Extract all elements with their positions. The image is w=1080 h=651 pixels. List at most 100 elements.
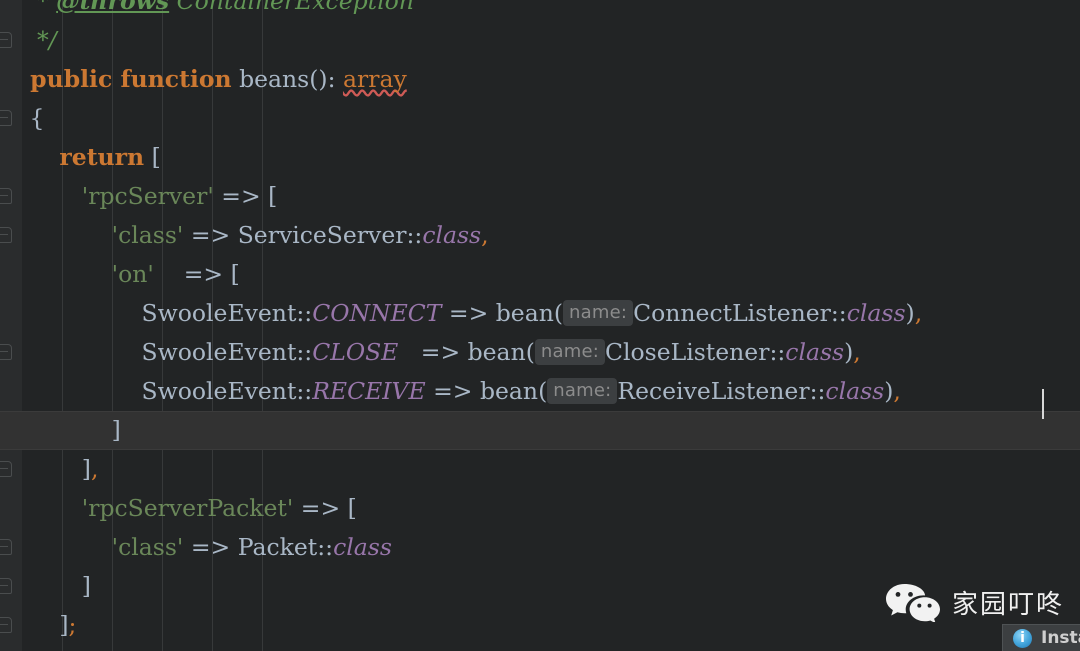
code-line-content: SwooleEvent::CLOSE => bean(name: CloseLis… [0, 338, 861, 366]
code-line-content: ] [0, 416, 121, 444]
code-token: [ [144, 143, 161, 171]
parameter-hint-chip[interactable]: name: [563, 300, 634, 326]
code-line[interactable]: ], [0, 450, 1080, 489]
code-token: 'class' [111, 221, 184, 249]
code-line-content: { [0, 104, 44, 132]
code-line[interactable]: 'class' => ServiceServer::class, [0, 216, 1080, 255]
code-token: () [309, 65, 328, 93]
code-token: class [333, 533, 392, 561]
code-token: CONNECT [312, 299, 442, 327]
code-token: , [853, 338, 861, 366]
code-token: :: [830, 299, 847, 327]
wechat-logo-icon [884, 582, 942, 622]
code-line-content: */ [0, 26, 57, 54]
code-token: ) [844, 338, 854, 366]
code-line-content: ]; [0, 611, 76, 639]
code-token: :: [296, 377, 313, 405]
code-line[interactable]: return [ [0, 138, 1080, 177]
code-token: CloseListener [605, 338, 770, 366]
code-line-content: 'class' => Packet::class [0, 533, 392, 561]
code-token: ] [59, 611, 69, 639]
parameter-hint-chip[interactable]: name: [547, 378, 618, 404]
watermark: 家园叮咚 [884, 582, 1064, 622]
code-line[interactable]: { [0, 99, 1080, 138]
code-line-content: 'rpcServer' => [ [0, 182, 278, 210]
code-token: :: [296, 299, 313, 327]
code-line-content: 'rpcServerPacket' => [ [0, 494, 357, 522]
code-token: => [293, 494, 348, 522]
code-token: class [846, 299, 906, 327]
code-token: => [398, 338, 468, 366]
code-token: @throws [56, 0, 170, 15]
code-token: => [183, 533, 238, 561]
code-token: ] [81, 455, 91, 483]
code-token: ( [553, 299, 564, 327]
code-token: [ [268, 182, 278, 210]
notification-popup[interactable]: i Insta [1002, 624, 1080, 651]
code-token: class [785, 338, 845, 366]
parameter-hint-chip[interactable]: name: [534, 339, 606, 365]
code-line-content: ], [0, 455, 99, 483]
code-line[interactable]: 'rpcServerPacket' => [ [0, 489, 1080, 528]
code-token: ( [525, 338, 535, 366]
code-line-content: SwooleEvent::RECEIVE => bean(name: Receiv… [0, 377, 901, 405]
code-line[interactable]: 'rpcServer' => [ [0, 177, 1080, 216]
editor-screen: * @throws ContainerException */ public f… [0, 0, 1080, 651]
code-line-content: SwooleEvent::CONNECT => bean(name: Connec… [0, 299, 923, 327]
code-line[interactable]: * @throws ContainerException [0, 0, 1080, 21]
code-token: array [342, 65, 407, 93]
code-token: SwooleEvent [141, 377, 297, 405]
code-token: ) [884, 377, 894, 405]
code-token: SwooleEvent [141, 338, 297, 366]
code-token: ConnectListener [633, 299, 831, 327]
code-line-content: public function beans(): array [0, 65, 407, 93]
code-token: 'rpcServer' [81, 182, 214, 210]
code-token: => [183, 221, 238, 249]
code-line[interactable]: SwooleEvent::CONNECT => bean(name: Connec… [0, 294, 1080, 333]
code-token: bean [467, 338, 526, 366]
code-line[interactable]: */ [0, 21, 1080, 60]
code-token: ] [81, 572, 91, 600]
code-token: bean [479, 377, 539, 405]
code-token: :: [317, 533, 334, 561]
code-token: , [481, 221, 489, 249]
code-token: => [441, 299, 496, 327]
code-token: * [22, 0, 57, 15]
code-token: 'class' [111, 533, 184, 561]
code-token: RECEIVE [312, 377, 426, 405]
code-line[interactable]: ] [0, 411, 1080, 450]
code-token: class [422, 221, 482, 249]
code-token: => [153, 260, 231, 288]
code-token: ] [111, 416, 121, 444]
code-token: CLOSE [312, 338, 399, 366]
code-line[interactable]: SwooleEvent::RECEIVE => bean(name: Receiv… [0, 372, 1080, 411]
code-line[interactable]: public function beans(): array [0, 60, 1080, 99]
code-token: , [914, 299, 923, 327]
text-caret [1042, 389, 1044, 419]
code-line-content: return [ [0, 143, 161, 171]
code-line-content: ] [0, 572, 91, 600]
code-line[interactable]: SwooleEvent::CLOSE => bean(name: CloseLis… [0, 333, 1080, 372]
code-line[interactable]: 'class' => Packet::class [0, 528, 1080, 567]
code-token: : [327, 65, 343, 93]
code-token: Packet [237, 533, 318, 561]
code-token: , [893, 377, 901, 405]
info-icon: i [1013, 628, 1032, 648]
code-token: SwooleEvent [141, 299, 297, 327]
code-token: [ [230, 260, 240, 288]
code-line[interactable]: 'on' => [ [0, 255, 1080, 294]
code-token: ( [538, 377, 548, 405]
code-token: 'on' [111, 260, 154, 288]
code-area[interactable]: * @throws ContainerException */ public f… [0, 0, 1080, 651]
code-token: ContainerException [169, 0, 414, 15]
code-token: class [825, 377, 885, 405]
